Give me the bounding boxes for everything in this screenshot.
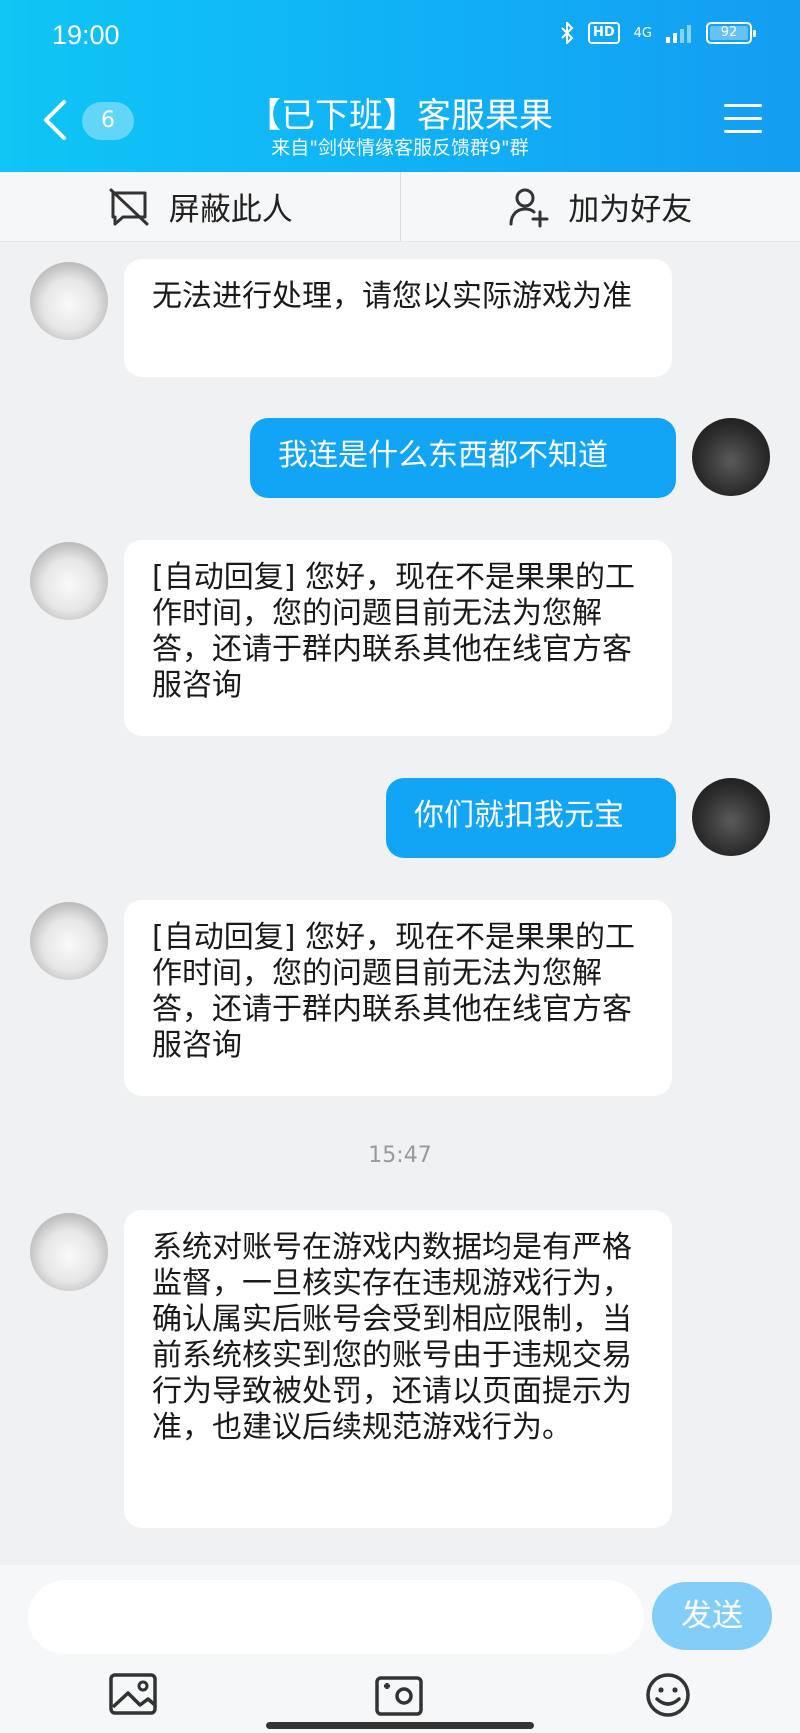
avatar-self[interactable] <box>692 778 770 856</box>
action-bar: 屏蔽此人 加为好友 <box>0 172 800 242</box>
block-icon <box>109 188 149 225</box>
avatar-service[interactable] <box>30 262 108 340</box>
bluetooth-icon <box>561 22 574 44</box>
home-indicator[interactable] <box>266 1722 534 1729</box>
status-icons: HD 4G 92 <box>560 22 756 44</box>
timestamp-divider: 15:47 <box>368 1143 432 1168</box>
battery-icon: 92 <box>706 22 756 44</box>
input-area: 发送 <box>0 1565 800 1733</box>
menu-icon[interactable] <box>724 104 762 136</box>
message-input[interactable] <box>28 1580 644 1654</box>
avatar-service[interactable] <box>30 1213 108 1291</box>
message-bubble[interactable]: 无法进行处理，请您以实际游戏为准 <box>124 259 672 377</box>
chat-header: 19:00 HD 4G 92 6 【已下班】客服果果 来自"剑侠情缘客服反馈群9… <box>0 0 800 172</box>
hd-badge: HD <box>587 22 620 44</box>
avatar-service[interactable] <box>30 542 108 620</box>
message-bubble[interactable]: 你们就扣我元宝 <box>386 778 676 858</box>
network-label: 4G <box>633 25 652 41</box>
status-time: 19:00 <box>52 20 120 50</box>
message-bubble[interactable]: 系统对账号在游戏内数据均是有严格监督，一旦核实存在违规游戏行为，确认属实后账号会… <box>124 1210 672 1528</box>
message-bubble[interactable]: [自动回复] 您好，现在不是果果的工作时间，您的问题目前无法为您解答，还请于群内… <box>124 900 672 1096</box>
add-friend-label: 加为好友 <box>568 192 693 228</box>
message-bubble[interactable]: 我连是什么东西都不知道 <box>250 418 676 498</box>
battery-level: 92 <box>720 25 738 40</box>
photo-icon[interactable] <box>108 1671 160 1719</box>
add-friend-icon <box>509 188 549 227</box>
camera-icon[interactable] <box>374 1671 426 1719</box>
emoji-icon[interactable] <box>642 1671 694 1719</box>
avatar-self[interactable] <box>692 418 770 496</box>
avatar-service[interactable] <box>30 902 108 980</box>
add-friend-button[interactable]: 加为好友 <box>401 172 800 241</box>
block-user-label: 屏蔽此人 <box>168 192 293 228</box>
send-button[interactable]: 发送 <box>652 1582 772 1650</box>
block-user-button[interactable]: 屏蔽此人 <box>0 172 400 241</box>
chat-subtitle: 来自"剑侠情缘客服反馈群9"群 <box>271 137 529 159</box>
signal-icon <box>666 25 691 43</box>
chat-title: 【已下班】客服果果 <box>247 96 553 136</box>
message-bubble[interactable]: [自动回复] 您好，现在不是果果的工作时间，您的问题目前无法为您解答，还请于群内… <box>124 540 672 736</box>
